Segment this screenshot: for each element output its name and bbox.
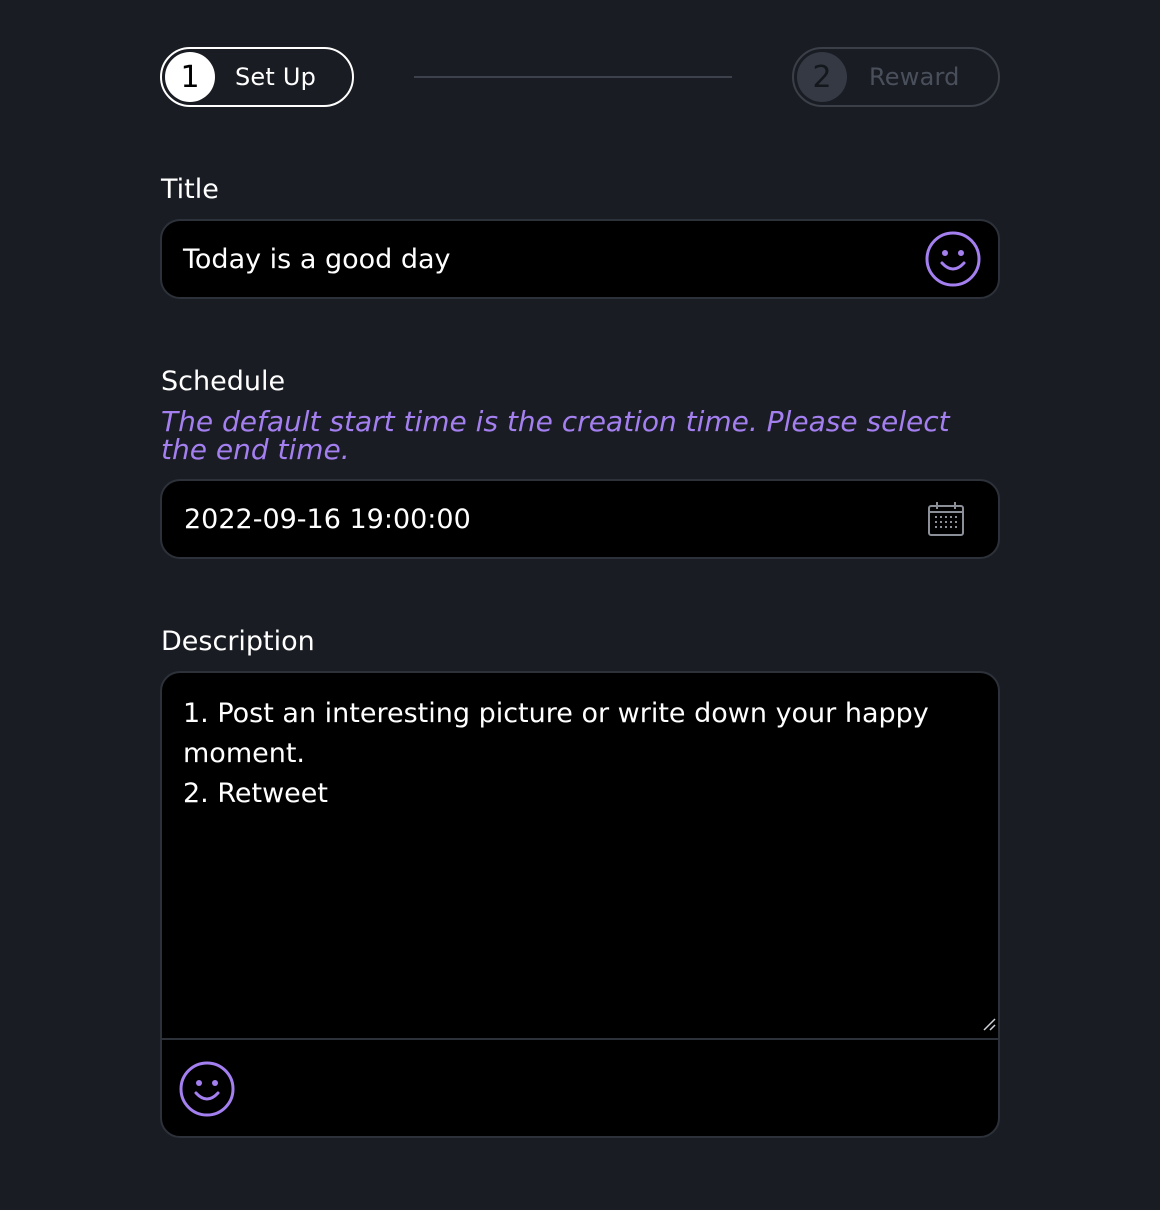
schedule-datetime-input[interactable]: 2022-09-16 19:00:00 <box>160 479 1000 559</box>
schedule-input-value[interactable]: 2022-09-16 19:00:00 <box>184 481 471 557</box>
step-2-label: Reward <box>869 63 960 91</box>
smile-emoji-icon[interactable] <box>924 230 982 288</box>
step-2-number: 2 <box>797 52 847 102</box>
step-1-number: 1 <box>165 52 215 102</box>
schedule-hint: The default start time is the creation t… <box>161 405 950 466</box>
resize-handle-icon[interactable] <box>982 1017 996 1031</box>
schedule-label: Schedule <box>161 366 286 397</box>
smile-emoji-icon[interactable] <box>178 1060 236 1118</box>
description-line: 2. Retweet <box>183 778 328 809</box>
step-reward[interactable]: 2 Reward <box>792 47 1000 107</box>
step-1-label: Set Up <box>235 63 317 91</box>
description-textarea[interactable]: 1. Post an interesting picture or write … <box>183 694 943 814</box>
description-toolbar-divider <box>162 1038 998 1040</box>
description-line: 1. Post an interesting picture or write … <box>183 698 929 729</box>
calendar-icon[interactable] <box>927 501 965 537</box>
title-label: Title <box>161 174 219 205</box>
step-set-up[interactable]: 1 Set Up <box>160 47 354 107</box>
description-line: moment. <box>183 738 306 769</box>
title-input-value[interactable]: Today is a good day <box>183 221 451 297</box>
description-editor[interactable]: 1. Post an interesting picture or write … <box>160 671 1000 1138</box>
description-label: Description <box>161 626 315 657</box>
create-task-page: 1 Set Up 2 Reward Title Today is a good … <box>0 0 1160 1210</box>
title-input[interactable]: Today is a good day <box>160 219 1000 299</box>
stepper-connector <box>414 76 732 78</box>
